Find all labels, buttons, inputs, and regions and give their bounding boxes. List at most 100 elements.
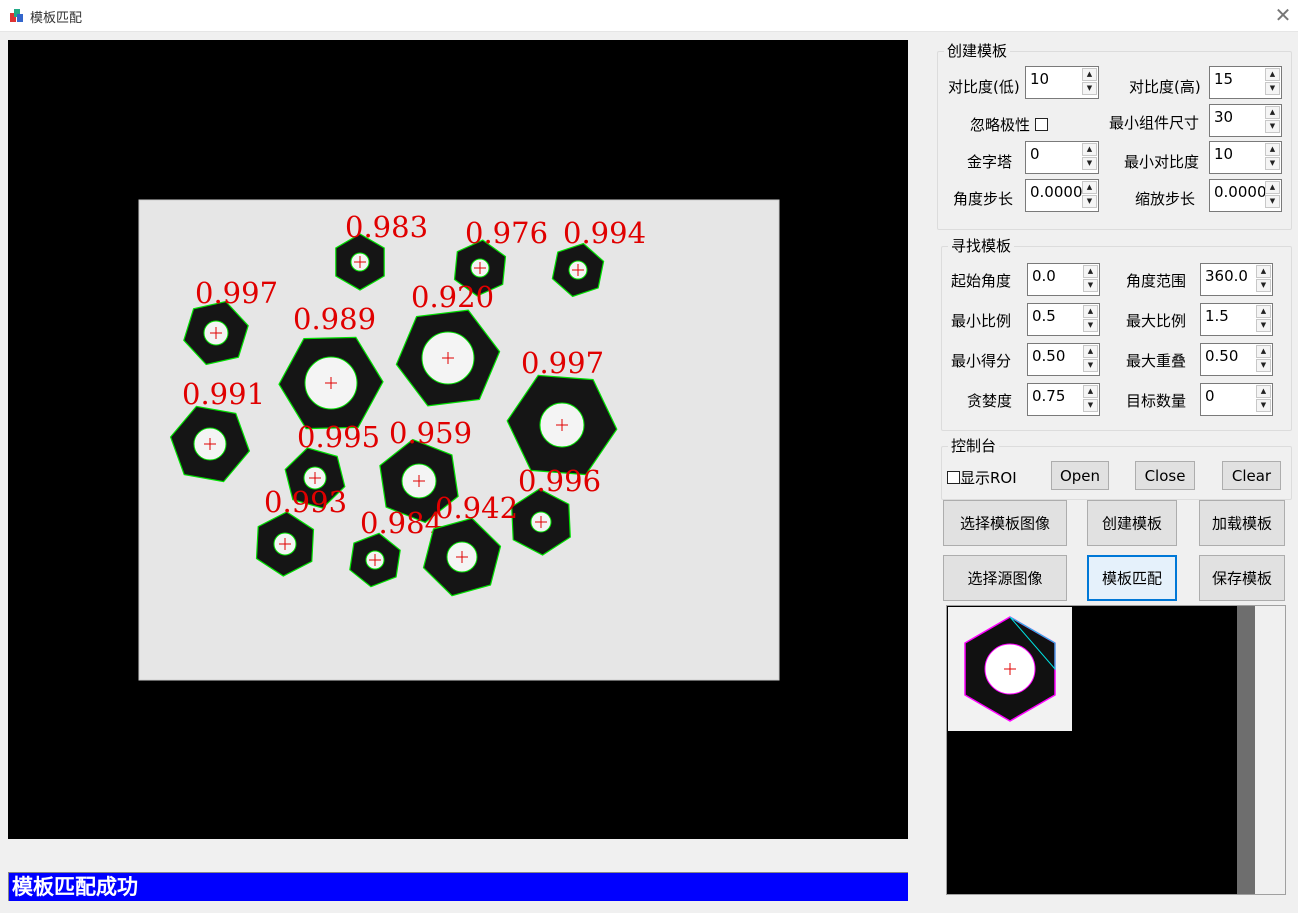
- spin-up-icon[interactable]: ▲: [1083, 345, 1098, 358]
- match-score-label: 0.920: [411, 280, 494, 314]
- button-label: 加载模板: [1211, 514, 1272, 533]
- pyramid-spinner[interactable]: 0 ▲ ▼: [1025, 141, 1099, 174]
- spin-up-icon[interactable]: ▲: [1083, 385, 1098, 398]
- spin-down-icon[interactable]: ▼: [1265, 120, 1280, 133]
- spin-up-icon[interactable]: ▲: [1256, 305, 1271, 318]
- match-score-label: 0.995: [297, 420, 380, 454]
- open-button[interactable]: Open: [1051, 461, 1109, 490]
- spin-down-icon[interactable]: ▼: [1082, 195, 1097, 208]
- close-window-button[interactable]: ✕: [1268, 1, 1298, 30]
- spin-down-icon[interactable]: ▼: [1083, 359, 1098, 372]
- spin-up-icon[interactable]: ▲: [1256, 385, 1271, 398]
- show-roi-checkbox[interactable]: 显示ROI: [947, 467, 1017, 488]
- spin-up-icon[interactable]: ▲: [1082, 143, 1097, 156]
- spinner-value: 1.5: [1205, 307, 1229, 325]
- spin-up-icon[interactable]: ▲: [1083, 265, 1098, 278]
- angle-step-spinner[interactable]: 0.0000 ▲ ▼: [1025, 179, 1099, 212]
- match-score-label: 0.991: [182, 377, 265, 411]
- min-contrast-label: 最小对比度: [1124, 153, 1200, 171]
- status-bar: 模板匹配成功: [8, 872, 908, 901]
- spin-up-icon[interactable]: ▲: [1256, 265, 1271, 278]
- max-overlap-spinner[interactable]: 0.50 ▲ ▼: [1200, 343, 1273, 376]
- min-score-label: 最小得分: [951, 352, 1012, 370]
- template-thumbnail: [948, 607, 1072, 731]
- spin-down-icon[interactable]: ▼: [1265, 82, 1280, 95]
- match-score-label: 0.942: [435, 491, 518, 525]
- angle-range-spinner[interactable]: 360.0 ▲ ▼: [1200, 263, 1273, 296]
- match-score-label: 0.989: [293, 302, 376, 336]
- spinner-value: 0.50: [1205, 347, 1239, 365]
- spin-up-icon[interactable]: ▲: [1265, 143, 1280, 156]
- start-angle-spinner[interactable]: 0.0 ▲ ▼: [1027, 263, 1100, 296]
- spin-down-icon[interactable]: ▼: [1256, 279, 1271, 292]
- group-title: 创建模板: [944, 40, 1011, 61]
- pyramid-label: 金字塔: [967, 153, 1013, 171]
- clear-button[interactable]: Clear: [1222, 461, 1281, 490]
- close-button[interactable]: Close: [1135, 461, 1195, 490]
- create-template-button[interactable]: 创建模板: [1087, 500, 1177, 546]
- spin-up-icon[interactable]: ▲: [1265, 68, 1280, 81]
- match-score-label: 0.996: [518, 464, 601, 498]
- match-score-label: 0.994: [563, 216, 646, 250]
- button-label: 模板匹配: [1101, 569, 1162, 588]
- checkbox-icon[interactable]: [1034, 118, 1048, 131]
- contrast-low-spinner[interactable]: 10 ▲ ▼: [1025, 66, 1099, 99]
- button-label: 创建模板: [1101, 514, 1162, 533]
- spin-down-icon[interactable]: ▼: [1083, 399, 1098, 412]
- spin-down-icon[interactable]: ▼: [1083, 279, 1098, 292]
- spin-down-icon[interactable]: ▼: [1256, 319, 1271, 332]
- spin-down-icon[interactable]: ▼: [1256, 359, 1271, 372]
- spinner-value: 0.0000: [1030, 183, 1083, 201]
- checkbox-icon[interactable]: [947, 471, 960, 484]
- spinner-value: 360.0: [1205, 267, 1248, 285]
- angle-range-label: 角度范围: [1126, 272, 1187, 290]
- spin-down-icon[interactable]: ▼: [1256, 399, 1271, 412]
- save-template-button[interactable]: 保存模板: [1199, 555, 1285, 601]
- min-component-size-spinner[interactable]: 30 ▲ ▼: [1209, 104, 1282, 137]
- spin-up-icon[interactable]: ▲: [1082, 68, 1097, 81]
- target-count-spinner[interactable]: 0 ▲ ▼: [1200, 383, 1273, 416]
- spin-up-icon[interactable]: ▲: [1265, 181, 1280, 194]
- greediness-spinner[interactable]: 0.75 ▲ ▼: [1027, 383, 1100, 416]
- load-template-button[interactable]: 加载模板: [1199, 500, 1285, 546]
- match-score-label: 0.976: [465, 216, 548, 250]
- ignore-polarity-label: 忽略极性: [970, 116, 1031, 134]
- min-scale-spinner[interactable]: 0.5 ▲ ▼: [1027, 303, 1100, 336]
- button-label: 选择模板图像: [959, 514, 1050, 533]
- spin-down-icon[interactable]: ▼: [1265, 157, 1280, 170]
- template-match-button[interactable]: 模板匹配: [1087, 555, 1177, 601]
- title-bar: 模板匹配 ✕: [0, 0, 1298, 32]
- spin-up-icon[interactable]: ▲: [1082, 181, 1097, 194]
- app-icon: [10, 9, 23, 22]
- match-score-label: 0.984: [360, 506, 443, 540]
- spin-down-icon[interactable]: ▼: [1083, 319, 1098, 332]
- preview-scroll-track[interactable]: [1255, 606, 1285, 894]
- spinner-value: 0.75: [1032, 387, 1066, 405]
- spinner-value: 10: [1214, 145, 1234, 163]
- spin-up-icon[interactable]: ▲: [1256, 345, 1271, 358]
- select-source-image-button[interactable]: 选择源图像: [943, 555, 1067, 601]
- angle-step-label: 角度步长: [953, 190, 1014, 208]
- preview-scrollbar[interactable]: [1237, 606, 1255, 894]
- clear-button-label: Clear: [1231, 466, 1272, 485]
- contrast-high-spinner[interactable]: 15 ▲ ▼: [1209, 66, 1282, 99]
- match-score-label: 0.983: [345, 210, 428, 244]
- spin-up-icon[interactable]: ▲: [1265, 106, 1280, 119]
- match-score-label: 0.959: [389, 416, 472, 450]
- select-template-image-button[interactable]: 选择模板图像: [943, 500, 1067, 546]
- spin-down-icon[interactable]: ▼: [1082, 82, 1097, 95]
- match-result-image: 0.983 0.976 0.994 0.997 0.920 0.989 0.997 0.991…: [138, 199, 780, 681]
- spin-down-icon[interactable]: ▼: [1265, 195, 1280, 208]
- open-button-label: Open: [1059, 466, 1101, 485]
- ignore-polarity-checkbox[interactable]: 忽略极性: [970, 114, 1048, 135]
- spin-up-icon[interactable]: ▲: [1083, 305, 1098, 318]
- template-preview: [946, 605, 1286, 895]
- min-contrast-spinner[interactable]: 10 ▲ ▼: [1209, 141, 1282, 174]
- scale-step-spinner[interactable]: 0.0000 ▲ ▼: [1209, 179, 1282, 212]
- group-title: 控制台: [948, 435, 1000, 456]
- min-score-spinner[interactable]: 0.50 ▲ ▼: [1027, 343, 1100, 376]
- contrast-high-label: 对比度(高): [1129, 78, 1201, 96]
- max-scale-spinner[interactable]: 1.5 ▲ ▼: [1200, 303, 1273, 336]
- spin-down-icon[interactable]: ▼: [1082, 157, 1097, 170]
- window-title: 模板匹配: [30, 11, 83, 26]
